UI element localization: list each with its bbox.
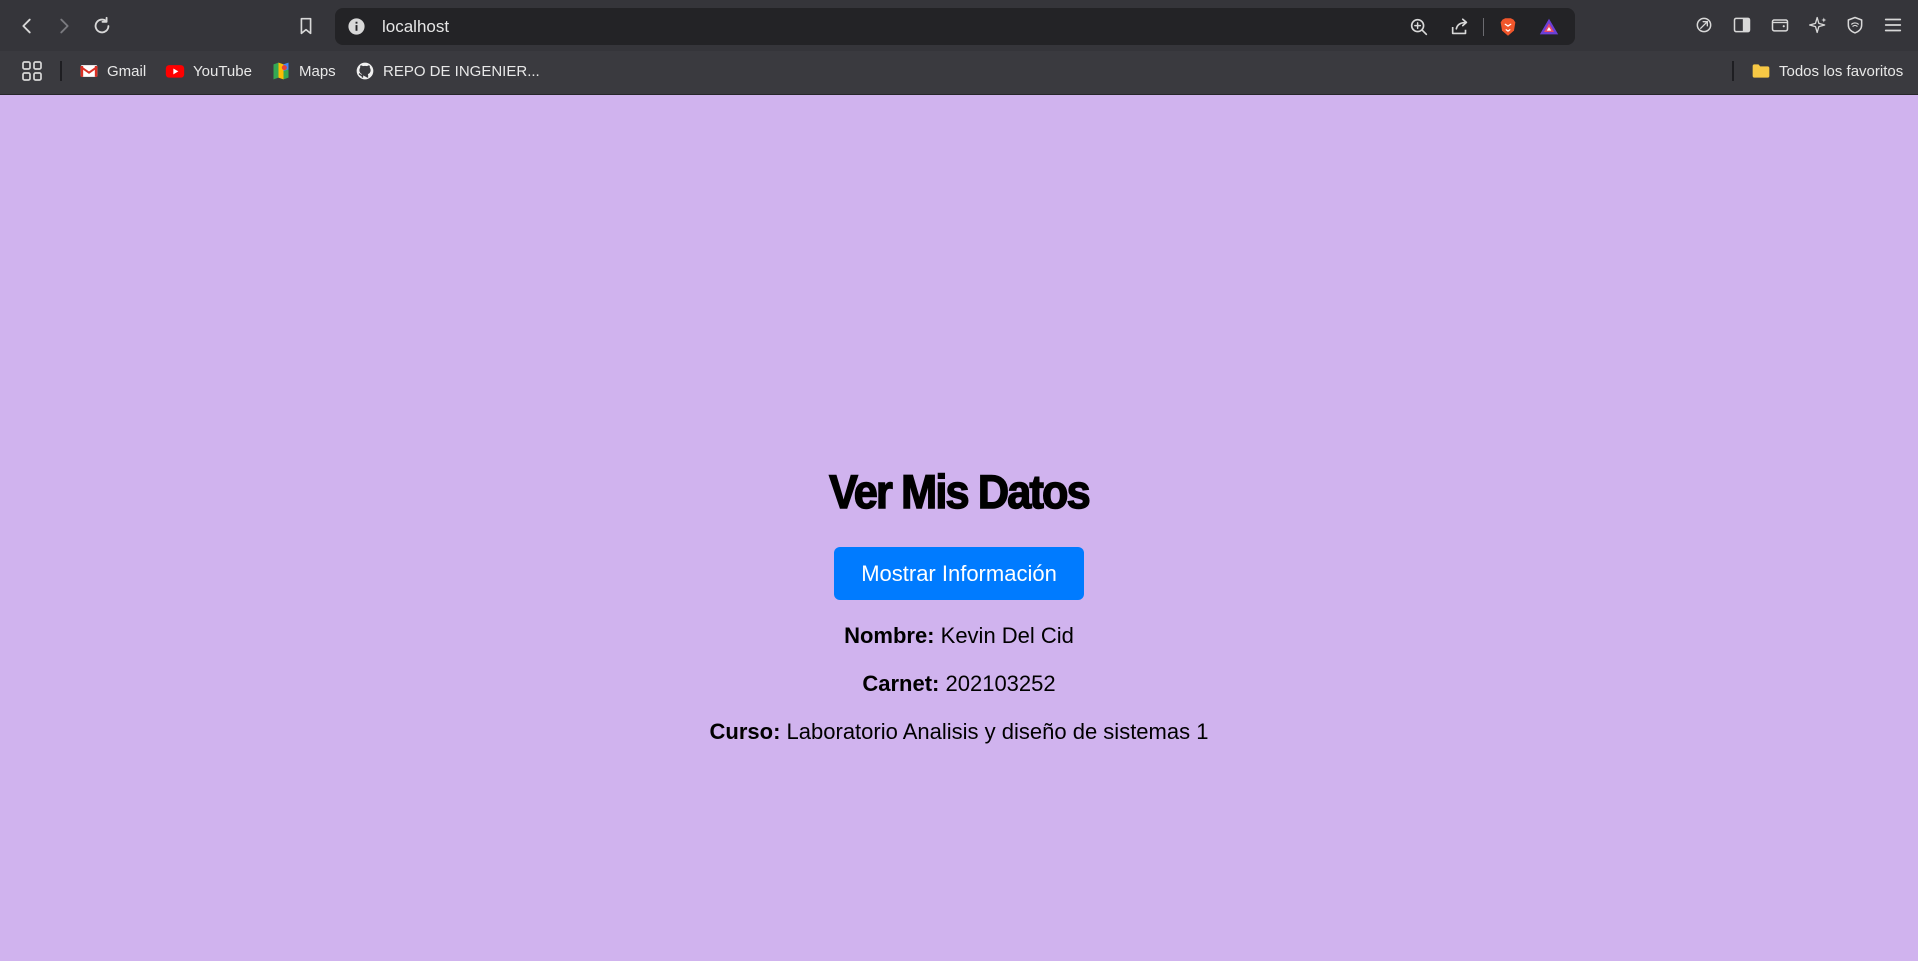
- shield-icon: [1847, 16, 1863, 34]
- sidebar-toggle-button[interactable]: [1730, 13, 1754, 37]
- youtube-icon: [165, 61, 185, 81]
- address-bar[interactable]: localhost: [335, 8, 1575, 45]
- page-title: Ver Mis Datos: [828, 464, 1091, 519]
- browser-chrome: localhost Gmail YouTube Maps REPO DE ING…: [0, 0, 1918, 95]
- bookmark-maps[interactable]: Maps: [271, 59, 336, 83]
- curso-label: Curso:: [709, 719, 781, 744]
- apps-button[interactable]: [20, 59, 44, 83]
- all-bookmarks-label: Todos los favoritos: [1779, 62, 1904, 80]
- brave-lion-icon: [1500, 18, 1516, 36]
- share-button[interactable]: [1448, 15, 1472, 39]
- back-arrow-icon: [22, 18, 31, 34]
- all-bookmarks-folder[interactable]: Todos los favoritos: [1751, 59, 1903, 83]
- rewards-triangle-icon: [1539, 18, 1559, 35]
- bookmark-icon: [300, 17, 312, 35]
- reload-button[interactable]: [88, 12, 116, 40]
- nombre-value: Kevin Del Cid: [940, 623, 1074, 648]
- profile-section: Ver Mis Datos Mostrar Información Nombre…: [0, 464, 1918, 756]
- apps-grid-icon: [22, 61, 42, 81]
- zoom-button[interactable]: [1407, 15, 1431, 39]
- browser-toolbar: localhost: [0, 0, 1918, 51]
- url-text[interactable]: localhost: [382, 17, 449, 37]
- bookmark-repo[interactable]: REPO DE INGENIER...: [355, 59, 540, 83]
- folder-icon: [1751, 61, 1771, 81]
- forward-button[interactable]: [50, 12, 78, 40]
- leo-button[interactable]: [1692, 13, 1716, 37]
- sidebar-icon: [1733, 17, 1751, 33]
- bookmark-label: Maps: [299, 62, 336, 80]
- bookmark-page-button[interactable]: [292, 12, 320, 40]
- address-bar-divider: [1483, 18, 1484, 36]
- bookmarks-bar: Gmail YouTube Maps REPO DE INGENIER... T…: [0, 51, 1918, 95]
- carnet-line: Carnet: 202103252: [0, 660, 1918, 708]
- bookmarks-separator: [60, 61, 62, 81]
- vpn-button[interactable]: [1843, 13, 1867, 37]
- leaf-icon: [1696, 17, 1712, 33]
- github-icon: [355, 61, 375, 81]
- zoom-in-icon: [1410, 18, 1428, 36]
- carnet-label: Carnet:: [862, 671, 940, 696]
- bookmark-youtube[interactable]: YouTube: [165, 59, 252, 83]
- nombre-label: Nombre:: [844, 623, 935, 648]
- show-info-button[interactable]: Mostrar Información: [834, 547, 1084, 600]
- ai-assistant-button[interactable]: [1806, 13, 1830, 37]
- page-viewport: Ver Mis Datos Mostrar Información Nombre…: [0, 95, 1918, 961]
- main-menu-button[interactable]: [1881, 13, 1905, 37]
- nombre-line: Nombre: Kevin Del Cid: [0, 612, 1918, 660]
- hamburger-menu-icon: [1884, 18, 1902, 32]
- bookmark-label: Gmail: [107, 62, 147, 80]
- sparkle-icon: [1809, 16, 1827, 34]
- forward-arrow-icon: [60, 18, 69, 34]
- brave-rewards-button[interactable]: [1537, 15, 1561, 39]
- reload-icon: [94, 16, 110, 34]
- wallet-button[interactable]: [1768, 13, 1792, 37]
- share-icon: [1451, 18, 1468, 35]
- back-button[interactable]: [13, 12, 41, 40]
- wallet-icon: [1771, 19, 1789, 32]
- info-block: Nombre: Kevin Del Cid Carnet: 202103252 …: [0, 612, 1918, 756]
- site-info-icon[interactable]: [347, 17, 366, 36]
- gmail-icon: [79, 61, 99, 81]
- curso-value: Laboratorio Analisis y diseño de sistema…: [786, 719, 1209, 744]
- maps-icon: [271, 61, 291, 81]
- bookmark-gmail[interactable]: Gmail: [79, 59, 146, 83]
- brave-shields-button[interactable]: [1496, 15, 1520, 39]
- bookmark-label: YouTube: [193, 62, 252, 80]
- bookmark-label: REPO DE INGENIER...: [383, 62, 540, 80]
- curso-line: Curso: Laboratorio Analisis y diseño de …: [0, 708, 1918, 756]
- carnet-value: 202103252: [945, 671, 1056, 696]
- bookmarks-separator: [1732, 61, 1734, 81]
